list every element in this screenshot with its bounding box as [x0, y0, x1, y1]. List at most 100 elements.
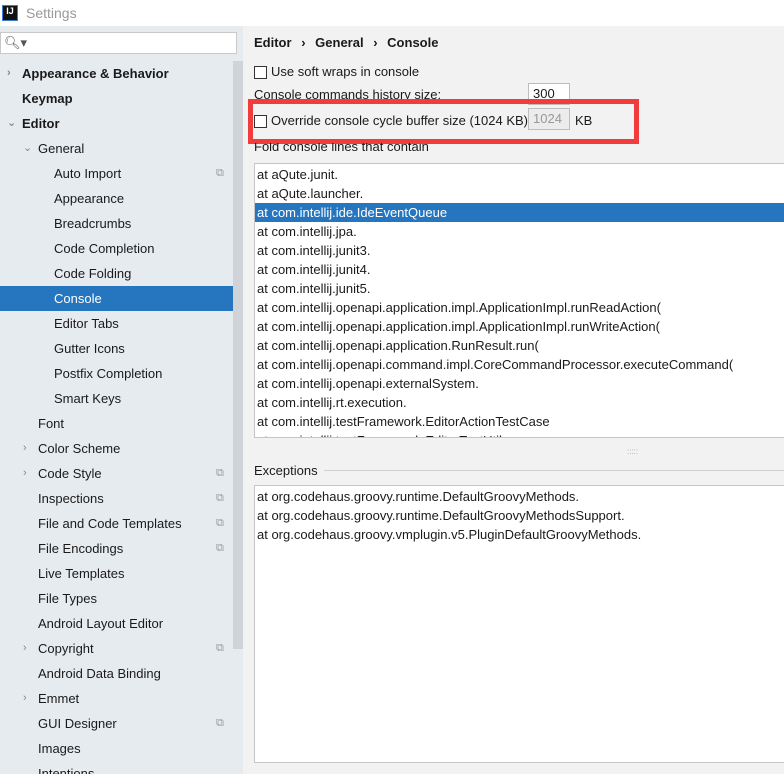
sidebar-item[interactable]: › Copyright ⧉ — [0, 636, 233, 661]
list-item[interactable]: at com.intellij.openapi.externalSystem. — [255, 374, 784, 393]
sidebar-item[interactable]: ⌄ General — [0, 136, 233, 161]
sidebar: 🔍︎▾ › Appearance & Behavior Keymap ⌄ Editor ⌄… — [0, 26, 243, 774]
checkbox[interactable] — [254, 115, 267, 129]
soft-wraps-checkbox[interactable]: Use soft wraps in console — [254, 64, 419, 80]
sidebar-item[interactable]: File and Code Templates ⧉ — [0, 511, 233, 536]
search-input[interactable]: 🔍︎▾ — [0, 32, 237, 54]
sidebar-item[interactable]: File Encodings ⧉ — [0, 536, 233, 561]
sidebar-item-label: Editor — [22, 116, 60, 131]
sidebar-item[interactable]: Images — [0, 736, 233, 761]
list-item[interactable]: at com.intellij.jpa. — [255, 222, 784, 241]
sidebar-item-label: General — [38, 141, 85, 156]
breadcrumb-console: Console — [387, 35, 439, 50]
sidebar-item[interactable]: Android Layout Editor — [0, 611, 233, 636]
breadcrumb-general[interactable]: General — [315, 35, 363, 50]
exceptions-label: Exceptions — [254, 463, 318, 478]
list-item[interactable]: at com.intellij.openapi.command.impl.Cor… — [255, 355, 784, 374]
sidebar-item-label: Inspections — [38, 491, 104, 506]
title-bar: IJ Settings — [0, 0, 784, 26]
list-item[interactable]: at aQute.launcher. — [255, 184, 784, 203]
project-settings-icon: ⧉ — [216, 642, 224, 654]
project-settings-icon: ⧉ — [216, 167, 224, 179]
sidebar-item[interactable]: Keymap — [0, 86, 233, 111]
sidebar-item[interactable]: › Emmet — [0, 686, 233, 711]
sidebar-item[interactable]: ⌄ Editor — [0, 111, 233, 136]
list-item[interactable]: at org.codehaus.groovy.runtime.DefaultGr… — [255, 506, 784, 525]
exceptions-section: Exceptions — [254, 463, 784, 478]
list-item[interactable]: at com.intellij.openapi.application.impl… — [255, 298, 784, 317]
list-item[interactable]: at org.codehaus.groovy.vmplugin.v5.Plugi… — [255, 525, 784, 544]
sidebar-item[interactable]: › Appearance & Behavior — [0, 61, 233, 86]
list-item[interactable]: at com.intellij.openapi.application.impl… — [255, 317, 784, 336]
chevron-right-icon[interactable]: › — [23, 636, 27, 661]
console-settings-panel: Editor › General › Console Use soft wrap… — [244, 26, 784, 774]
project-settings-icon: ⧉ — [216, 467, 224, 479]
sidebar-item-label: Breadcrumbs — [54, 216, 132, 231]
sidebar-item-label: Android Layout Editor — [38, 616, 164, 631]
list-item[interactable]: at com.intellij.rt.execution. — [255, 393, 784, 412]
sidebar-item[interactable]: Auto Import ⧉ — [0, 161, 233, 186]
list-item[interactable]: at com.intellij.junit4. — [255, 260, 784, 279]
chevron-right-icon[interactable]: › — [23, 686, 27, 711]
project-settings-icon: ⧉ — [216, 492, 224, 504]
exceptions-list[interactable]: at org.codehaus.groovy.runtime.DefaultGr… — [254, 485, 784, 763]
list-item[interactable]: at com.intellij.ide.IdeEventQueue — [255, 203, 784, 222]
sidebar-item-label: Postfix Completion — [54, 366, 163, 381]
sidebar-scrollbar[interactable] — [233, 61, 243, 649]
buffer-size-input[interactable]: 1024 — [528, 108, 570, 130]
sidebar-item-label: GUI Designer — [38, 716, 117, 731]
fold-lines-list[interactable]: at aQute.junit. at aQute.launcher. at com.… — [254, 163, 784, 438]
sidebar-item-label: Auto Import — [54, 166, 122, 181]
app-logo: IJ — [2, 5, 18, 21]
sidebar-item-label: Color Scheme — [38, 441, 121, 456]
breadcrumb: Editor › General › Console — [254, 35, 439, 50]
sidebar-item-label: Code Style — [38, 466, 102, 481]
sidebar-item-label: Android Data Binding — [38, 666, 161, 681]
list-item[interactable]: at com.intellij.testFramework.EditorActi… — [255, 412, 784, 431]
override-buffer-label: Override console cycle buffer size (1024… — [271, 113, 528, 128]
sidebar-item[interactable]: Editor Tabs — [0, 311, 233, 336]
list-item[interactable]: at com.intellij.junit5. — [255, 279, 784, 298]
chevron-right-icon[interactable]: › — [23, 461, 27, 486]
sidebar-item-label: Code Completion — [54, 241, 155, 256]
override-buffer-checkbox[interactable]: Override console cycle buffer size (1024… — [254, 113, 528, 129]
sidebar-item[interactable]: Android Data Binding — [0, 661, 233, 686]
list-item[interactable]: at com.intellij.openapi.application.RunR… — [255, 336, 784, 355]
sidebar-item[interactable]: Postfix Completion — [0, 361, 233, 386]
search-icon: 🔍︎▾ — [4, 35, 28, 50]
list-item[interactable]: at com.intellij.testFramework.EditorTest… — [255, 431, 784, 437]
sidebar-item-label: Copyright — [38, 641, 94, 656]
chevron-right-icon[interactable]: › — [7, 61, 11, 86]
sidebar-item-label: Keymap — [22, 91, 73, 106]
sidebar-item[interactable]: Smart Keys — [0, 386, 233, 411]
chevron-down-icon[interactable]: ⌄ — [7, 111, 16, 136]
list-item[interactable]: at org.codehaus.groovy.runtime.DefaultGr… — [255, 487, 784, 506]
list-item[interactable]: at com.intellij.junit3. — [255, 241, 784, 260]
list-item[interactable]: at aQute.junit. — [255, 165, 784, 184]
sidebar-item[interactable]: › Color Scheme — [0, 436, 233, 461]
buffer-unit: KB — [575, 113, 593, 128]
sidebar-item[interactable]: Appearance — [0, 186, 233, 211]
sidebar-item[interactable]: Live Templates — [0, 561, 233, 586]
sidebar-item[interactable]: Breadcrumbs — [0, 211, 233, 236]
breadcrumb-editor[interactable]: Editor — [254, 35, 292, 50]
sidebar-item-label: Appearance & Behavior — [22, 66, 169, 81]
sidebar-item[interactable]: › Code Style ⧉ — [0, 461, 233, 486]
sidebar-item[interactable]: Code Folding — [0, 261, 233, 286]
sidebar-item-label: File and Code Templates — [38, 516, 182, 531]
sidebar-item[interactable]: Console — [0, 286, 233, 311]
sidebar-item[interactable]: Font — [0, 411, 233, 436]
sidebar-item[interactable]: Gutter Icons — [0, 336, 233, 361]
checkbox[interactable] — [254, 66, 267, 80]
splitter-handle[interactable]: ::::: — [627, 447, 638, 456]
sidebar-item[interactable]: GUI Designer ⧉ — [0, 711, 233, 736]
project-settings-icon: ⧉ — [216, 517, 224, 529]
chevron-right-icon[interactable]: › — [23, 436, 27, 461]
sidebar-item-label: Appearance — [54, 191, 125, 206]
sidebar-item[interactable]: Code Completion — [0, 236, 233, 261]
sidebar-item[interactable]: Inspections ⧉ — [0, 486, 233, 511]
sidebar-item[interactable]: Intentions — [0, 761, 233, 774]
chevron-down-icon[interactable]: ⌄ — [23, 136, 32, 161]
sidebar-item[interactable]: File Types — [0, 586, 233, 611]
sidebar-item-label: Intentions — [38, 766, 95, 774]
